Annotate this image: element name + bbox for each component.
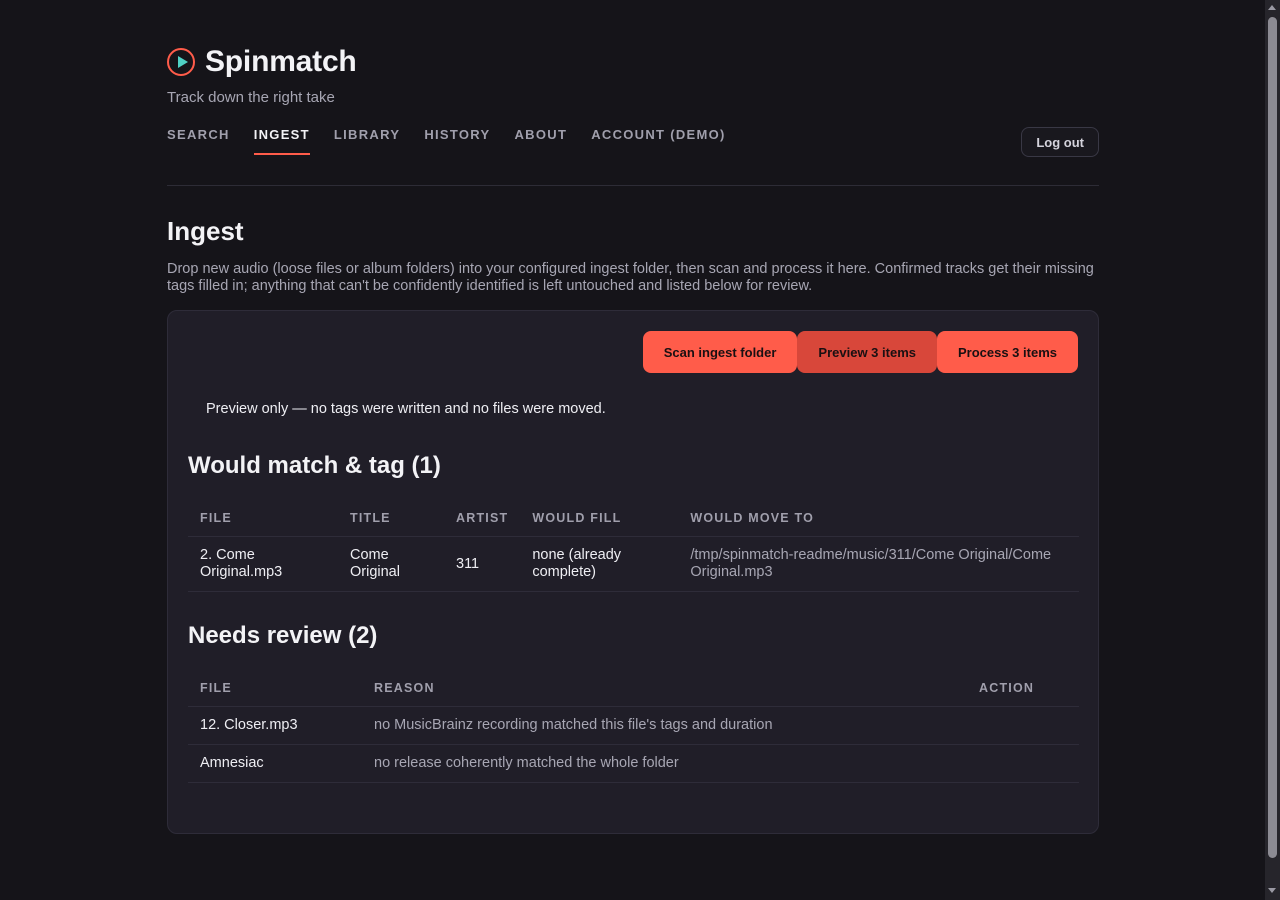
main-nav: SEARCH INGEST LIBRARY HISTORY ABOUT ACCO… — [167, 127, 750, 155]
nav-search[interactable]: SEARCH — [167, 127, 230, 155]
column-header: FILE — [188, 670, 362, 707]
nav-about[interactable]: ABOUT — [514, 127, 567, 155]
scan-button[interactable]: Scan ingest folder — [642, 331, 798, 373]
table-row: 2. Come Original.mp3 Come Original 311 n… — [188, 536, 1079, 592]
play-logo-icon — [167, 48, 195, 76]
page-title: Ingest — [167, 216, 244, 246]
column-header: TITLE — [338, 500, 444, 537]
would-move-to-cell: /tmp/spinmatch-readme/music/311/Come Ori… — [678, 536, 1079, 592]
reason-cell: no MusicBrainz recording matched this fi… — [362, 706, 967, 745]
nav-account[interactable]: ACCOUNT (DEMO) — [591, 127, 725, 155]
match-table: FILE TITLE ARTIST WOULD FILL WOULD MOVE … — [188, 500, 1079, 592]
ingest-card: Scan ingest folder Preview 3 items Proce… — [167, 310, 1099, 834]
column-header: WOULD FILL — [520, 500, 679, 537]
page-description: Drop new audio (loose files or album fol… — [167, 261, 1094, 294]
nav-library[interactable]: LIBRARY — [334, 127, 400, 155]
action-bar: Scan ingest folder Preview 3 items Proce… — [642, 331, 1078, 373]
table-header-row: FILE REASON ACTION — [188, 670, 1079, 707]
review-table: FILE REASON ACTION 12. Closer.mp3 no Mus… — [188, 670, 1079, 783]
column-header: ARTIST — [444, 500, 521, 537]
nav-history[interactable]: HISTORY — [424, 127, 490, 155]
column-header: ACTION — [967, 670, 1079, 707]
title-cell: Come Original — [338, 536, 444, 592]
table-row: Amnesiac no release coherently matched t… — [188, 744, 1079, 783]
match-heading: Would match & tag (1) — [188, 452, 441, 479]
column-header: REASON — [362, 670, 967, 707]
file-cell: 2. Come Original.mp3 — [188, 536, 338, 592]
action-cell — [967, 744, 1079, 783]
app-name: Spinmatch — [205, 45, 357, 78]
tagline: Track down the right take — [167, 89, 335, 106]
column-header: FILE — [188, 500, 338, 537]
nav-ingest[interactable]: INGEST — [253, 127, 311, 155]
file-cell: 12. Closer.mp3 — [188, 706, 362, 745]
process-button[interactable]: Process 3 items — [936, 331, 1078, 373]
table-header-row: FILE TITLE ARTIST WOULD FILL WOULD MOVE … — [188, 500, 1079, 537]
action-cell — [967, 706, 1079, 745]
preview-button[interactable]: Preview 3 items — [797, 331, 937, 373]
artist-cell: 311 — [444, 536, 521, 592]
scroll-down-arrow-icon[interactable] — [1268, 888, 1276, 893]
file-cell: Amnesiac — [188, 744, 362, 783]
page-scrollbar[interactable] — [1265, 0, 1280, 900]
header-divider — [167, 185, 1099, 186]
scrollbar-thumb[interactable] — [1268, 17, 1277, 858]
scroll-up-arrow-icon[interactable] — [1268, 5, 1276, 10]
brand[interactable]: Spinmatch — [167, 45, 357, 79]
logout-button[interactable]: Log out — [1021, 127, 1099, 157]
reason-cell: no release coherently matched the whole … — [362, 744, 967, 783]
table-row: 12. Closer.mp3 no MusicBrainz recording … — [188, 706, 1079, 745]
would-fill-cell: none (already complete) — [520, 536, 679, 592]
review-heading: Needs review (2) — [188, 622, 378, 649]
preview-notice: Preview only — no tags were written and … — [206, 401, 606, 417]
column-header: WOULD MOVE TO — [678, 500, 1079, 537]
